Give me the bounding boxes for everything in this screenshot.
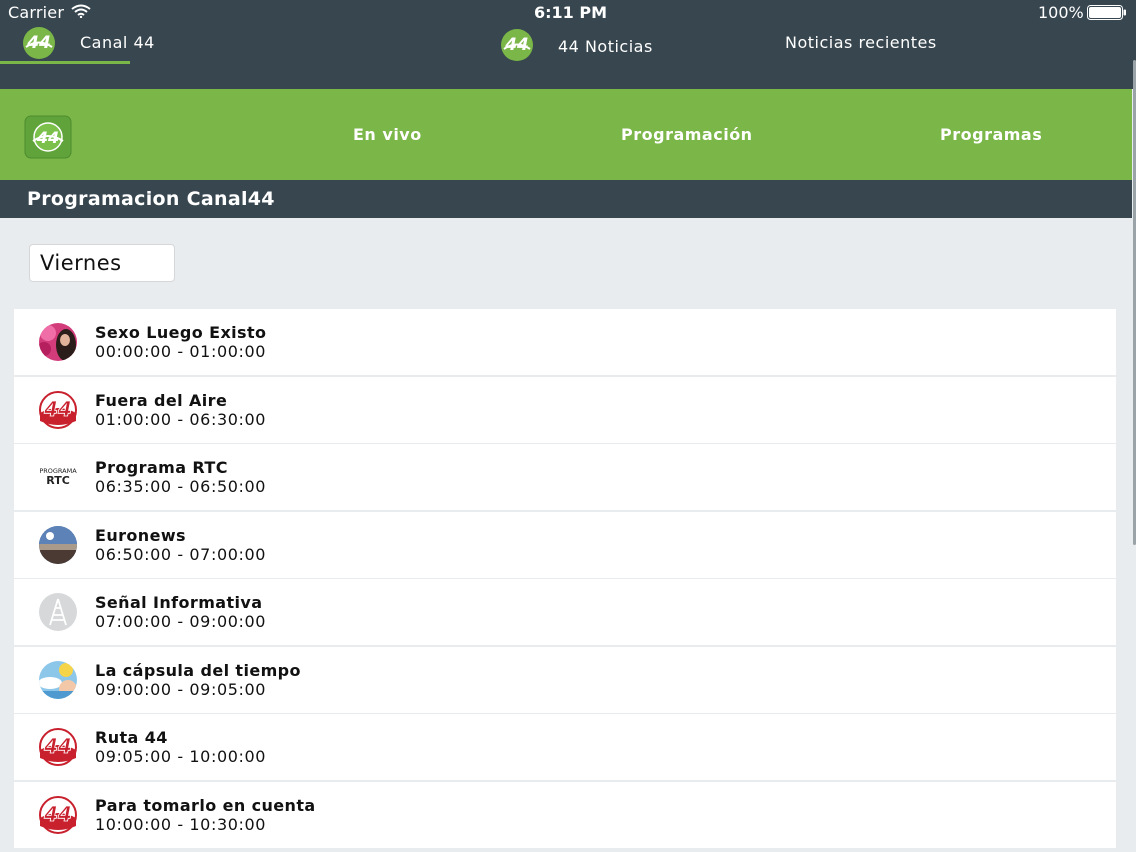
svg-text:RTC: RTC <box>46 474 70 487</box>
nav-item-programacion[interactable]: Programación <box>621 125 753 144</box>
list-item[interactable]: 44 Fuera del Aire 01:00:00 - 06:30:00 <box>14 376 1116 443</box>
canal44-red-logo-icon: 44 <box>39 795 77 834</box>
svg-text:44: 44 <box>504 35 529 55</box>
page-title: Programacion Canal44 <box>27 188 275 210</box>
top-bar: Carrier 6:11 PM 100% 44 Canal 44 44 44 N… <box>0 0 1136 89</box>
broadcast-tower-icon <box>39 593 77 631</box>
status-time: 6:11 PM <box>534 3 608 22</box>
canal44-red-logo-icon: 44 <box>39 390 77 429</box>
list-item[interactable]: Señal Informativa 07:00:00 - 09:00:00 <box>14 579 1116 645</box>
program-title: Ruta 44 <box>95 728 168 747</box>
program-title: Señal Informativa <box>95 593 263 612</box>
program-time: 10:00:00 - 10:30:00 <box>95 814 267 834</box>
svg-text:44: 44 <box>26 33 51 53</box>
svg-text:44: 44 <box>43 734 72 758</box>
wifi-icon <box>71 4 91 18</box>
program-time: 09:00:00 - 09:05:00 <box>95 679 267 699</box>
svg-text:44: 44 <box>43 397 72 421</box>
schedule-list: Sexo Luego Existo 00:00:00 - 01:00:00 44… <box>14 309 1116 849</box>
day-selector[interactable]: Viernes <box>29 244 175 282</box>
program-time: 09:05:00 - 10:00:00 <box>95 747 267 766</box>
battery-icon <box>1087 5 1126 20</box>
program-thumbnail-photo <box>39 525 77 564</box>
canal44-logo-icon: 44 <box>23 27 55 59</box>
list-item[interactable]: 44 Ruta 44 09:05:00 - 10:00:00 <box>14 714 1116 780</box>
tab-44-noticias[interactable]: 44 44 Noticias <box>498 26 668 66</box>
canal44-app-logo-icon[interactable]: 44 <box>24 115 72 159</box>
section-header: Programacion Canal44 <box>0 180 1132 218</box>
program-time: 06:35:00 - 06:50:00 <box>95 477 267 496</box>
nav-item-en-vivo[interactable]: En vivo <box>353 125 422 144</box>
program-time: 07:00:00 - 09:00:00 <box>95 612 267 631</box>
program-thumbnail-photo <box>39 660 77 699</box>
program-title: Euronews <box>95 525 186 545</box>
program-title: Fuera del Aire <box>95 390 228 410</box>
nav-item-programas[interactable]: Programas <box>940 125 1042 144</box>
list-item[interactable]: Euronews 06:50:00 - 07:00:00 <box>14 511 1116 578</box>
program-time: 06:50:00 - 07:00:00 <box>95 544 267 564</box>
program-title: Para tomarlo en cuenta <box>95 795 316 815</box>
programa-rtc-logo-icon: PROGRAMA RTC <box>36 458 80 496</box>
tab-label: Canal 44 <box>80 33 155 52</box>
tab-label: 44 Noticias <box>558 37 653 56</box>
program-title: Programa RTC <box>95 458 228 477</box>
list-item[interactable]: Sexo Luego Existo 00:00:00 - 01:00:00 <box>14 309 1116 375</box>
svg-text:44: 44 <box>36 128 59 147</box>
program-time: 00:00:00 - 01:00:00 <box>95 342 267 361</box>
tab-noticias-recientes[interactable]: Noticias recientes <box>780 26 950 66</box>
svg-text:44: 44 <box>43 802 72 826</box>
program-title: La cápsula del tiempo <box>95 660 301 680</box>
main-navbar: 44 En vivo Programación Programas <box>0 89 1132 180</box>
noticias44-logo-icon: 44 <box>501 29 533 61</box>
tab-label: Noticias recientes <box>785 33 937 52</box>
active-tab-indicator <box>0 61 130 64</box>
list-item[interactable]: La cápsula del tiempo 09:00:00 - 09:05:0… <box>14 646 1116 713</box>
program-title: Sexo Luego Existo <box>95 323 267 342</box>
canal44-red-logo-icon: 44 <box>39 728 77 766</box>
status-carrier: Carrier <box>8 3 65 22</box>
list-item[interactable]: 44 Para tomarlo en cuenta 10:00:00 - 10:… <box>14 781 1116 848</box>
program-time: 01:00:00 - 06:30:00 <box>95 409 267 429</box>
day-selector-value: Viernes <box>40 251 122 275</box>
status-battery-percent: 100% <box>1038 3 1084 22</box>
list-item[interactable]: PROGRAMA RTC Programa RTC 06:35:00 - 06:… <box>14 444 1116 510</box>
program-thumbnail-photo <box>39 323 77 361</box>
tab-canal-44[interactable]: 44 Canal 44 <box>0 26 154 66</box>
